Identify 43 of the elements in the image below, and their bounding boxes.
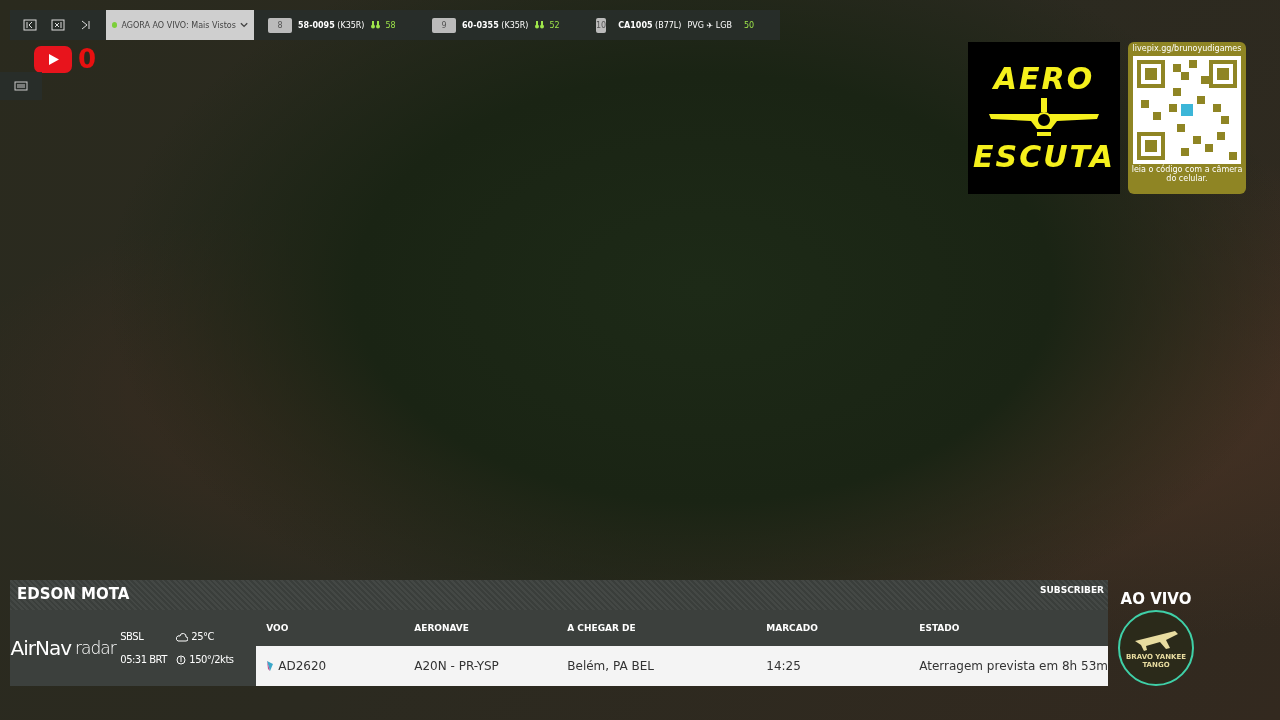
streamer-name: EDSON MOTA <box>17 585 130 605</box>
binoculars-icon <box>370 21 380 29</box>
flight-callsign: 58-0095 (K35R) <box>298 20 365 30</box>
watcher-count: 58 <box>385 20 396 30</box>
local-time: 05:31 BRT <box>120 654 169 665</box>
airnav-radar-logo: AirNav radar <box>10 635 117 662</box>
table-cell: Aterragem prevista em 8h 53m <box>919 659 1108 673</box>
column-header: MARCADO <box>766 623 819 633</box>
table-cell-text: A20N - PR-YSP <box>414 659 500 673</box>
wind-direction-icon <box>176 654 187 665</box>
subscriber-tag: SUBSCRIBER <box>1040 585 1104 610</box>
live-label: AO VIVO <box>1120 590 1192 608</box>
chevron-down-icon <box>239 22 248 28</box>
flight-route: PVG ✈ LGB <box>687 20 732 30</box>
list-icon <box>14 80 28 92</box>
watcher-count: 50 <box>743 20 755 30</box>
watcher-count: 52 <box>549 20 560 30</box>
layers-button[interactable] <box>0 72 42 100</box>
flight-callsign: CA1005 (B77L) <box>618 20 682 30</box>
qr-caption: leia o código com a câmera do celular. <box>1131 165 1243 184</box>
wind: 150°/2kts <box>176 654 247 665</box>
column-header: ESTADO <box>919 623 961 633</box>
status-dot <box>112 22 118 28</box>
rank-label: 10 <box>596 17 607 33</box>
airline-logo-icon <box>266 660 275 672</box>
column-header: AERONAVE <box>414 623 470 633</box>
rank-label: 8 <box>268 17 292 33</box>
rank-label: 9 <box>432 17 456 33</box>
column-header: VOO <box>266 623 290 633</box>
table-cell-text: Belém, PA BEL <box>567 659 655 673</box>
qr-code-icon <box>1133 55 1241 164</box>
live-dropdown[interactable]: AGORA AO VIVO: Mais Vistos <box>106 10 254 40</box>
table-cell: AD2620 <box>266 659 415 673</box>
subscriber-count: 0 <box>78 44 97 74</box>
qr-url: livepix.gg/brunoyudigames <box>1132 45 1242 54</box>
temperature: 25°C <box>176 631 247 642</box>
binoculars-icon <box>534 21 544 29</box>
table-cell-text: 14:25 <box>766 659 802 673</box>
column-header: A CHEGAR DE <box>567 623 637 633</box>
cloud-icon <box>176 631 189 642</box>
flight-callsign: 60-0355 (K35R) <box>462 20 529 30</box>
aero-escuta-logo: AERO ESCUTA <box>968 42 1120 194</box>
airport-code: SBSL <box>120 631 145 642</box>
